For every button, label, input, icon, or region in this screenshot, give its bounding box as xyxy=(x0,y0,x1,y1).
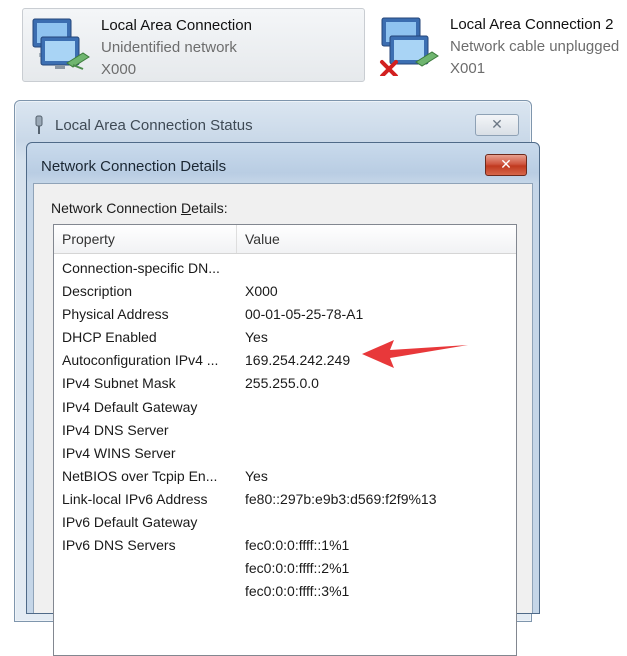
window-title: Local Area Connection Status xyxy=(55,117,253,134)
list-rows: Connection-specific DN... Description X000… xyxy=(54,257,516,603)
column-header-value[interactable]: Value xyxy=(237,225,516,253)
adapter-local-area-connection-2[interactable]: Local Area Connection 2 Network cable un… xyxy=(372,8,627,80)
property-cell: Link-local IPv6 Address xyxy=(62,490,208,507)
details-list[interactable]: Property Value Connection-specific DN...… xyxy=(53,224,517,656)
value-cell: Yes xyxy=(245,467,268,484)
value-cell: X000 xyxy=(245,283,278,300)
table-row[interactable]: NetBIOS over Tcpip En... Yes xyxy=(54,465,516,488)
table-row[interactable]: IPv6 DNS Servers fec0:0:0:ffff::1%1 xyxy=(54,534,516,557)
adapter-name: Local Area Connection xyxy=(101,17,252,34)
table-row[interactable]: IPv6 Default Gateway xyxy=(54,511,516,534)
table-row[interactable]: IPv4 Subnet Mask 255.255.0.0 xyxy=(54,372,516,395)
value-cell: 255.255.0.0 xyxy=(245,375,319,392)
table-row[interactable]: IPv4 WINS Server xyxy=(54,442,516,465)
close-button[interactable]: ✕ xyxy=(485,154,527,176)
table-row[interactable]: IPv4 Default Gateway xyxy=(54,396,516,419)
property-cell: DHCP Enabled xyxy=(62,329,157,346)
network-adapter-icon xyxy=(32,18,90,70)
table-row[interactable]: fec0:0:0:ffff::2%1 xyxy=(54,557,516,580)
table-row[interactable]: Link-local IPv6 Address fe80::297b:e9b3:d… xyxy=(54,488,516,511)
property-cell: IPv4 DNS Server xyxy=(62,421,169,438)
network-connection-details-dialog: Network Connection Details ✕ Network Con… xyxy=(26,142,540,656)
property-cell: Description xyxy=(62,283,133,300)
dialog-client-area: Network Connection Details: Property Val… xyxy=(33,183,533,656)
property-cell: IPv4 WINS Server xyxy=(62,444,176,461)
adapter-device: X000 xyxy=(101,61,137,78)
adapter-status: Unidentified network xyxy=(101,39,237,56)
table-row[interactable]: Connection-specific DN... xyxy=(54,257,516,280)
dialog-title: Network Connection Details xyxy=(41,158,227,175)
close-button[interactable]: ✕ xyxy=(475,114,519,136)
table-row[interactable]: Description X000 xyxy=(54,280,516,303)
property-cell: Physical Address xyxy=(62,306,169,323)
property-cell: IPv4 Subnet Mask xyxy=(62,375,176,392)
table-row[interactable]: IPv4 DNS Server xyxy=(54,419,516,442)
table-row[interactable]: fec0:0:0:ffff::3%1 xyxy=(54,580,516,603)
details-group-label: Network Connection Details: xyxy=(51,200,228,216)
adapter-name: Local Area Connection 2 xyxy=(450,16,614,33)
table-row[interactable]: Physical Address 00-01-05-25-78-A1 xyxy=(54,303,516,326)
value-cell: fe80::297b:e9b3:d569:f2f9%13 xyxy=(245,490,437,507)
value-cell: fec0:0:0:ffff::2%1 xyxy=(245,560,350,577)
list-header: Property Value xyxy=(54,225,516,254)
property-cell: IPv6 DNS Servers xyxy=(62,537,176,554)
property-cell: Connection-specific DN... xyxy=(62,260,220,276)
property-cell: IPv6 Default Gateway xyxy=(62,514,198,531)
property-cell: Autoconfiguration IPv4 ... xyxy=(62,352,219,369)
red-arrow-annotation xyxy=(362,340,468,368)
property-cell: NetBIOS over Tcpip En... xyxy=(62,467,218,484)
column-header-property[interactable]: Property xyxy=(54,225,237,253)
network-adapter-disconnected-icon xyxy=(380,17,439,76)
adapter-status: Network cable unplugged xyxy=(450,38,620,55)
value-cell: fec0:0:0:ffff::3%1 xyxy=(245,583,350,600)
property-cell: IPv4 Default Gateway xyxy=(62,398,198,415)
value-cell: 00-01-05-25-78-A1 xyxy=(245,306,364,323)
adapter-local-area-connection[interactable]: Local Area Connection Unidentified netwo… xyxy=(22,8,365,82)
value-cell: fec0:0:0:ffff::1%1 xyxy=(245,537,350,554)
adapter-device: X001 xyxy=(450,60,486,77)
network-plug-icon xyxy=(35,115,43,134)
